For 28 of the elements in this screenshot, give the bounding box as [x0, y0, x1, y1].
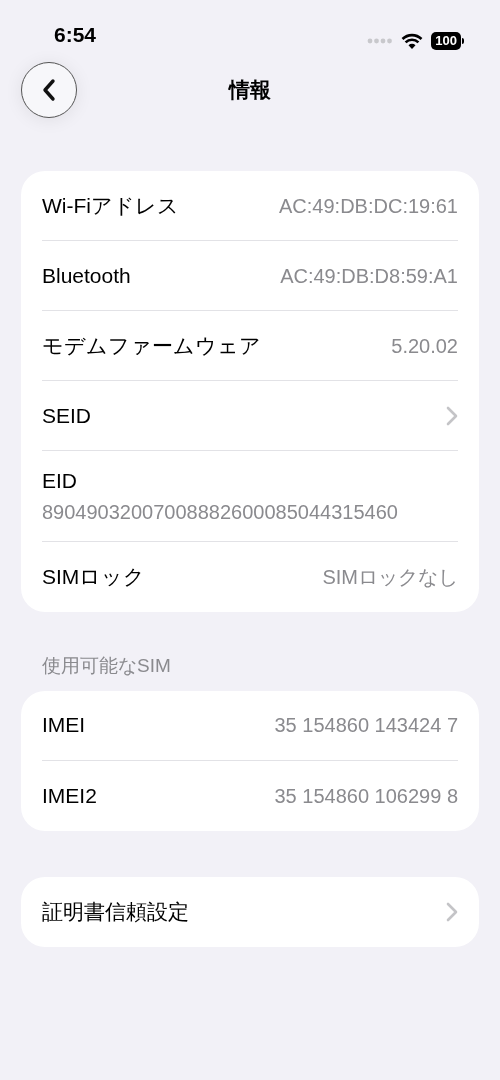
settings-row[interactable]: SEID	[42, 381, 458, 451]
status-time: 6:54	[54, 21, 97, 48]
row-value: 35 154860 143424 7	[274, 713, 458, 738]
row-label: SIMロック	[42, 564, 146, 591]
page-title: 情報	[229, 77, 271, 104]
row-value: 5.20.02	[391, 333, 458, 359]
row-label: EID	[42, 468, 78, 494]
row-label: Bluetooth	[42, 262, 131, 289]
wifi-icon	[401, 32, 424, 50]
row-label: Wi-Fiアドレス	[42, 192, 179, 219]
row-label: SEID	[42, 402, 91, 429]
row-value: SIMロックなし	[322, 565, 458, 590]
row-value: 89049032007008882600085044315460	[42, 500, 399, 525]
chevron-icon	[446, 405, 458, 426]
signal-icon	[367, 38, 394, 44]
row-label: IMEI	[42, 712, 86, 739]
row-label: モデムファームウェア	[42, 332, 261, 359]
chevron-icon	[446, 901, 458, 922]
row-value: AC:49:DB:DC:19:61	[279, 193, 458, 219]
row-value: 35 154860 106299 8	[274, 783, 458, 809]
row-value: AC:49:DB:D8:59:A1	[280, 263, 458, 289]
back-button[interactable]	[21, 62, 77, 118]
settings-row[interactable]: 証明書信頼設定	[42, 876, 458, 947]
battery-icon: 100	[431, 32, 464, 50]
row-label: IMEI2	[42, 782, 97, 809]
row-label: 証明書信頼設定	[42, 898, 189, 925]
section-header: 使用可能なSIM	[41, 654, 172, 678]
back-icon	[41, 78, 57, 102]
